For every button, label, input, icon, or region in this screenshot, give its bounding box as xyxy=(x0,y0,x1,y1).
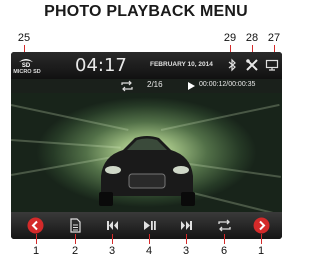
clock: 04:17 xyxy=(75,55,127,76)
date: FEBRUARY 10, 2014 xyxy=(150,61,213,68)
callout-line-3a xyxy=(112,234,113,244)
playback-time: 00:00:12/00:00:35 xyxy=(199,81,256,88)
left-arrow-circle-icon[interactable] xyxy=(27,217,44,234)
play-status-icon xyxy=(188,82,195,90)
tools-icon[interactable] xyxy=(245,58,259,72)
callout-play-pause: 4 xyxy=(145,245,153,257)
photo-counter: 2/16 xyxy=(147,80,163,89)
svg-text:SD: SD xyxy=(22,63,31,68)
car-photo xyxy=(99,136,195,206)
callout-line-6 xyxy=(224,234,225,244)
callout-next-page: 1 xyxy=(257,245,265,257)
page-heading: PHOTO PLAYBACK MENU xyxy=(44,3,248,20)
sd-card-icon[interactable]: SD xyxy=(17,56,35,68)
callout-line-4 xyxy=(149,234,150,244)
device-screen: SD MICRO SD 04:17 FEBRUARY 10, 2014 2/16… xyxy=(11,52,282,239)
callout-line-1b xyxy=(261,234,262,244)
repeat-status-icon xyxy=(121,80,133,92)
file-list-icon[interactable] xyxy=(67,217,84,234)
callout-line-3b xyxy=(186,234,187,244)
callout-bluetooth: 29 xyxy=(223,32,237,44)
callout-line-2 xyxy=(75,234,76,244)
right-arrow-circle-icon[interactable] xyxy=(253,217,270,234)
callout-settings: 28 xyxy=(245,32,259,44)
callout-sd: 25 xyxy=(17,32,31,44)
skip-next-icon[interactable] xyxy=(178,217,195,234)
callout-line-1a xyxy=(36,234,37,244)
callout-prev-page: 1 xyxy=(32,245,40,257)
monitor-icon[interactable] xyxy=(265,58,279,72)
callout-skip-prev: 3 xyxy=(108,245,116,257)
callout-skip-next: 3 xyxy=(182,245,190,257)
bluetooth-icon[interactable] xyxy=(225,58,239,72)
callout-display: 27 xyxy=(267,32,281,44)
callout-file-list: 2 xyxy=(71,245,79,257)
skip-previous-icon[interactable] xyxy=(104,217,121,234)
playback-info-bar: 2/16 00:00:12/00:00:35 xyxy=(11,79,282,93)
sd-label: MICRO SD xyxy=(13,69,41,75)
repeat-icon[interactable] xyxy=(216,217,233,234)
control-bar xyxy=(11,212,282,239)
status-bar: SD MICRO SD 04:17 FEBRUARY 10, 2014 xyxy=(11,52,282,79)
play-pause-icon[interactable] xyxy=(141,217,158,234)
callout-repeat: 6 xyxy=(220,245,228,257)
